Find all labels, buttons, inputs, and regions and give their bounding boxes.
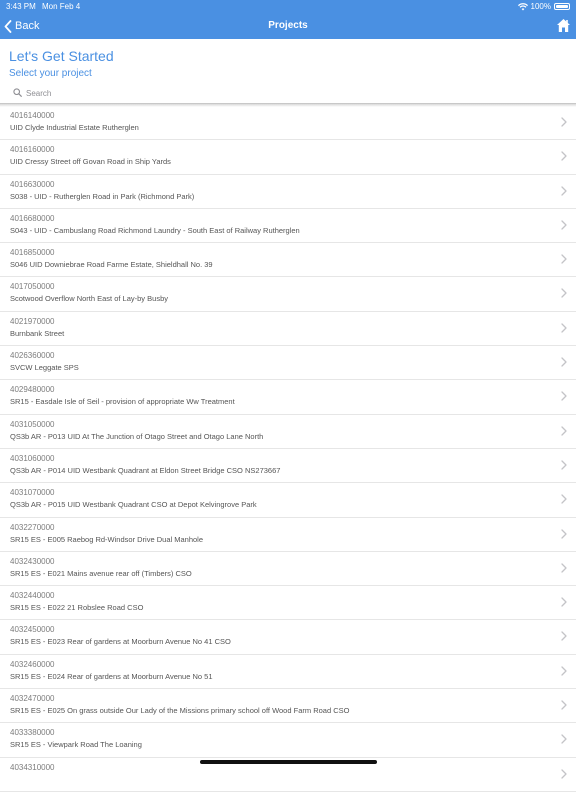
- project-code: 4032270000: [10, 522, 55, 532]
- chevron-right-icon: [561, 700, 567, 710]
- project-code: 4032450000: [10, 625, 55, 635]
- project-name: QS3b AR - P013 UID At The Junction of Ot…: [10, 431, 264, 441]
- chevron-right-icon: [561, 768, 567, 779]
- project-code: 4031070000: [10, 488, 55, 498]
- project-row[interactable]: 4032450000 SR15 ES - E023 Rear of gardens…: [0, 620, 576, 655]
- home-indicator: [200, 760, 377, 764]
- chevron-right-icon: [561, 151, 567, 161]
- project-code: 4032440000: [10, 591, 55, 601]
- project-name: SR15 ES - E005 Raebog Rd-Windsor Drive D…: [10, 534, 204, 544]
- chevron-right-icon: [561, 494, 567, 504]
- status-time: 3:43 PM: [6, 2, 36, 11]
- project-name: SR15 ES - E023 Rear of gardens at Moorbu…: [10, 637, 231, 647]
- header-subtitle: Select your project: [9, 68, 92, 79]
- project-code: 4031060000: [10, 453, 55, 463]
- project-name: QS3b AR - P015 UID Westbank Quadrant CSO…: [10, 500, 257, 510]
- project-name: S043 - UID - Cambuslang Road Richmond La…: [10, 225, 300, 235]
- chevron-right-icon: [561, 563, 567, 573]
- project-code: 4016160000: [10, 145, 55, 155]
- battery-percent: 100%: [530, 2, 551, 11]
- project-name: QS3b AR - P014 UID Westbank Quadrant at …: [10, 465, 281, 475]
- project-row[interactable]: 4016140000 UID Clyde Industrial Estate Ru…: [0, 106, 576, 141]
- search-icon: [13, 88, 22, 97]
- project-code: 4016850000: [10, 248, 55, 258]
- chevron-right-icon: [561, 117, 567, 127]
- project-code: 4034310000: [10, 762, 55, 772]
- header-title: Let's Get Started: [9, 48, 114, 64]
- project-name: SR15 ES - Viewpark Road The Loaning: [10, 740, 142, 750]
- chevron-right-icon: [561, 288, 567, 299]
- project-name: SR15 ES - E025 On grass outside Our Lady…: [10, 706, 350, 716]
- chevron-right-icon: [561, 391, 567, 402]
- navigation-bar: Back Projects: [0, 13, 576, 39]
- project-name: UID Clyde Industrial Estate Rutherglen: [10, 123, 139, 132]
- project-code: 4016680000: [10, 213, 55, 223]
- project-name: SR15 ES - E022 21 Robslee Road CSO: [10, 603, 144, 613]
- project-row[interactable]: 4032440000 SR15 ES - E022 21 Robslee Road…: [0, 586, 576, 621]
- project-name: Burnbank Street: [10, 328, 65, 338]
- project-row[interactable]: 4016680000 S043 - UID - Cambuslang Road R…: [0, 209, 576, 244]
- project-name: UID Cressy Street off Govan Road in Ship…: [10, 157, 171, 167]
- project-row[interactable]: 4033380000 SR15 ES - Viewpark Road The Lo…: [0, 723, 576, 758]
- project-row[interactable]: 4016630000 S038 - UID - Rutherglen Road i…: [0, 175, 576, 209]
- project-code: 4016140000: [10, 111, 55, 120]
- chevron-right-icon: [561, 254, 567, 264]
- status-bar: 3:43 PM Mon Feb 4 100%: [0, 0, 576, 13]
- project-name: S038 - UID - Rutherglen Road in Park (Ri…: [10, 191, 195, 201]
- project-code: 4021970000: [10, 316, 55, 326]
- project-row[interactable]: 4029480000 SR15 - Easdale Isle of Seil - …: [0, 380, 576, 415]
- project-row[interactable]: 4017050000 Scotwood Overflow North East o…: [0, 277, 576, 312]
- project-row[interactable]: 4021970000 Burnbank Street: [0, 312, 576, 347]
- home-icon: [557, 19, 570, 32]
- page-header: Let's Get Started Select your project: [9, 48, 114, 79]
- project-code: 4033380000: [10, 728, 55, 738]
- chevron-right-icon: [561, 597, 567, 607]
- project-name: SVCW Leggate SPS: [10, 363, 79, 373]
- project-row[interactable]: 4032460000 SR15 ES - E024 Rear of gardens…: [0, 655, 576, 690]
- project-code: 4017050000: [10, 282, 55, 292]
- project-code: 4026360000: [10, 351, 55, 361]
- chevron-right-icon: [561, 220, 567, 230]
- page-title: Projects: [268, 20, 308, 31]
- wifi-icon: [517, 2, 528, 10]
- project-name: SR15 - Easdale Isle of Seil - provision …: [10, 397, 235, 407]
- project-row[interactable]: 4031060000 QS3b AR - P014 UID Westbank Qu…: [0, 449, 576, 484]
- project-code: 4032430000: [10, 556, 55, 566]
- project-row[interactable]: 4026360000 SVCW Leggate SPS: [0, 346, 576, 381]
- project-code: 4031050000: [10, 419, 55, 429]
- chevron-right-icon: [561, 666, 567, 676]
- project-code: 4016630000: [10, 179, 55, 189]
- search-input[interactable]: [26, 86, 526, 100]
- project-name: SR15 ES - E024 Rear of gardens at Moorbu…: [10, 671, 213, 681]
- project-row[interactable]: 4032470000 SR15 ES - E025 On grass outsid…: [0, 689, 576, 724]
- status-right: 100%: [517, 2, 570, 11]
- chevron-right-icon: [561, 528, 567, 539]
- project-list: 4016140000 UID Clyde Industrial Estate Ru…: [0, 106, 576, 792]
- chevron-right-icon: [561, 323, 567, 333]
- project-row[interactable]: 4031050000 QS3b AR - P013 UID At The Junc…: [0, 415, 576, 449]
- project-name: S046 UID Downiebrae Road Farme Estate, S…: [10, 260, 213, 270]
- chevron-right-icon: [561, 460, 567, 470]
- battery-icon: [554, 3, 570, 10]
- status-date: Mon Feb 4: [42, 2, 81, 11]
- project-name: SR15 ES - E021 Mains avenue rear off (Ti…: [10, 568, 192, 578]
- project-name: Scotwood Overflow North East of Lay-by B…: [10, 294, 168, 304]
- chevron-right-icon: [561, 631, 567, 642]
- chevron-right-icon: [561, 426, 567, 436]
- home-button[interactable]: [556, 18, 571, 38]
- project-code: 4032460000: [10, 659, 55, 669]
- project-row[interactable]: 4031070000 QS3b AR - P015 UID Westbank Qu…: [0, 483, 576, 518]
- project-code: 4032470000: [10, 694, 55, 704]
- project-row[interactable]: 4016160000 UID Cressy Street off Govan Ro…: [0, 140, 576, 175]
- project-row[interactable]: 4032430000 SR15 ES - E021 Mains avenue re…: [0, 552, 576, 587]
- project-row[interactable]: 4016850000 S046 UID Downiebrae Road Farme…: [0, 243, 576, 278]
- search-bar: [0, 84, 576, 104]
- project-row[interactable]: 4032270000 SR15 ES - E005 Raebog Rd-Winds…: [0, 518, 576, 552]
- project-code: 4029480000: [10, 385, 55, 395]
- chevron-right-icon: [561, 734, 567, 744]
- chevron-right-icon: [561, 357, 567, 367]
- chevron-right-icon: [561, 185, 567, 196]
